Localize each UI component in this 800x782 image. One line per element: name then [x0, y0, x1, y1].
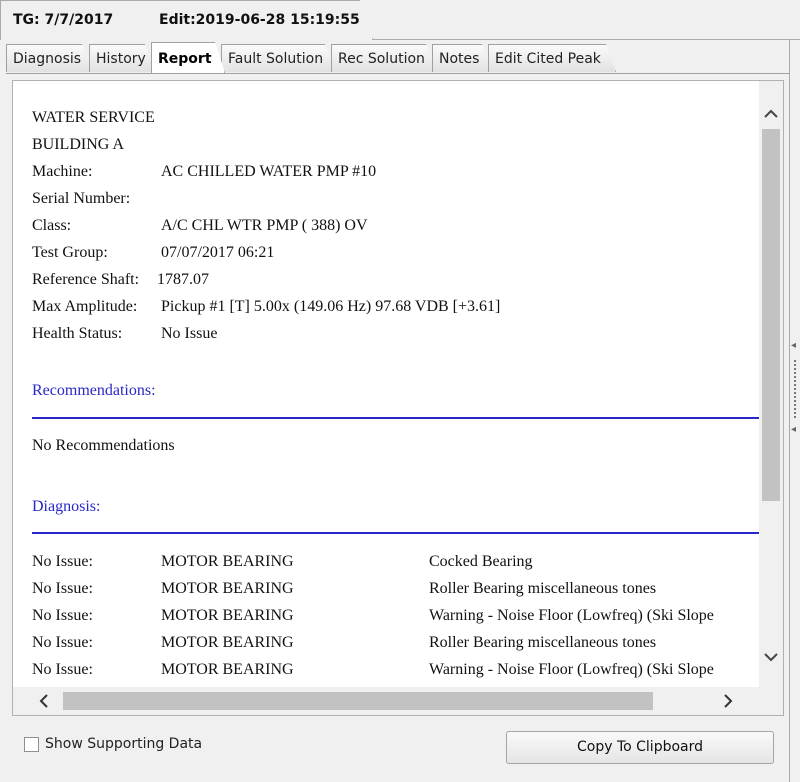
tab-label: Fault Solution [228, 51, 324, 67]
horizontal-scrollbar[interactable] [13, 687, 759, 715]
field-value: A/C CHL WTR PMP ( 388) OV [161, 217, 368, 234]
tab-label: Notes [439, 51, 480, 67]
tab-diagnosis[interactable]: Diagnosis [6, 44, 92, 72]
diagnosis-component: MOTOR BEARING [161, 580, 294, 597]
chevron-down-icon[interactable] [759, 642, 783, 672]
tab-label: Edit Cited Peak [495, 51, 601, 67]
checkbox-label[interactable]: Show Supporting Data [45, 736, 202, 752]
tab-label: Report [158, 51, 212, 67]
copy-to-clipboard-button[interactable]: Copy To Clipboard [506, 731, 774, 764]
diagnosis-fault: Roller Bearing miscellaneous tones [429, 634, 657, 651]
header-tab: TG: 7/7/2017 Edit:2019-06-28 15:19:55 [0, 0, 373, 40]
tab-fault-solution[interactable]: Fault Solution [221, 44, 335, 72]
chevron-right-icon[interactable] [713, 687, 743, 715]
tab-notes[interactable]: Notes [432, 44, 492, 72]
section-rule [32, 532, 759, 534]
diagnosis-status: No Issue: [32, 661, 93, 678]
splitter-grip[interactable] [794, 360, 796, 420]
tab-edit-cited-peak[interactable]: Edit Cited Peak [488, 44, 616, 72]
chevron-up-icon[interactable] [759, 99, 783, 129]
field-value: AC CHILLED WATER PMP #10 [161, 163, 377, 180]
report-content: WATER SERVICE BUILDING A Machine: AC CHI… [13, 81, 759, 687]
diagnosis-fault: Cocked Bearing [429, 553, 533, 570]
tab-label: Rec Solution [338, 51, 425, 67]
report-line: WATER SERVICE [32, 109, 155, 126]
field-value: Pickup #1 [T] 5.00x (149.06 Hz) 97.68 VD… [161, 298, 501, 315]
field-value: 1787.07 [157, 271, 209, 288]
diagnosis-fault: Warning - Noise Floor (Lowfreq) (Ski Slo… [429, 661, 714, 678]
diagnosis-status: No Issue: [32, 607, 93, 624]
report-line: BUILDING A [32, 136, 124, 153]
diagnosis-status: No Issue: [32, 634, 93, 651]
section-rule [32, 417, 759, 419]
vertical-scroll-thumb[interactable] [762, 129, 780, 501]
recommendations-heading: Recommendations: [32, 382, 156, 399]
diagnosis-heading: Diagnosis: [32, 498, 101, 515]
divider [6, 73, 789, 74]
splitter-arrow-icon[interactable]: ◂ [791, 340, 796, 351]
tab-history[interactable]: History [89, 44, 155, 72]
splitter-arrow-icon[interactable]: ◂ [791, 424, 796, 435]
divider [789, 40, 790, 782]
chevron-left-icon[interactable] [29, 687, 59, 715]
tab-label: History [96, 51, 146, 67]
scrollbar-corner [759, 687, 783, 715]
divider [372, 39, 800, 40]
diagnosis-fault: Warning - Noise Floor (Lowfreq) (Ski Slo… [429, 607, 714, 624]
tab-rec-solution[interactable]: Rec Solution [331, 44, 436, 72]
field-label: Machine: [32, 163, 93, 180]
diagnosis-component: MOTOR BEARING [161, 553, 294, 570]
field-label: Max Amplitude: [32, 298, 138, 315]
diagnosis-status: No Issue: [32, 580, 93, 597]
field-label: Test Group: [32, 244, 108, 261]
diagnosis-component: MOTOR BEARING [161, 661, 294, 678]
tab-label: Diagnosis [13, 51, 82, 67]
edit-timestamp: Edit:2019-06-28 15:19:55 [159, 12, 360, 28]
diagnosis-component: MOTOR BEARING [161, 607, 294, 624]
vertical-scrollbar[interactable] [759, 81, 783, 687]
field-label: Serial Number: [32, 190, 131, 207]
tab-report[interactable]: Report [151, 42, 225, 73]
diagnosis-status: No Issue: [32, 553, 93, 570]
test-group-label: TG: 7/7/2017 [13, 12, 114, 28]
diagnosis-fault: Roller Bearing miscellaneous tones [429, 580, 657, 597]
horizontal-scroll-thumb[interactable] [63, 692, 653, 710]
checkbox-box[interactable] [24, 737, 39, 752]
field-label: Class: [32, 217, 72, 234]
field-label: Reference Shaft: [32, 271, 140, 288]
report-panel: WATER SERVICE BUILDING A Machine: AC CHI… [12, 80, 784, 716]
recommendations-text: No Recommendations [32, 437, 175, 454]
field-value: No Issue [161, 325, 218, 342]
field-value: 07/07/2017 06:21 [161, 244, 275, 261]
diagnosis-component: MOTOR BEARING [161, 634, 294, 651]
field-label: Health Status: [32, 325, 123, 342]
